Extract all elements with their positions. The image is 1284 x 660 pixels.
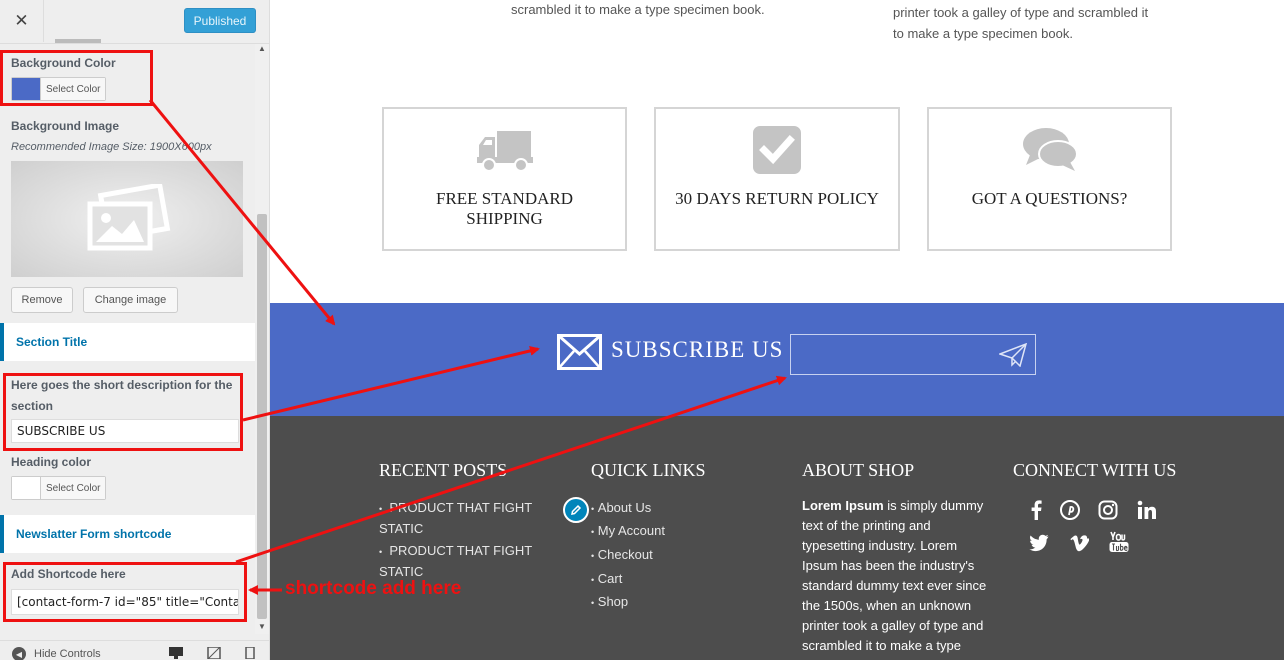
tablet-preview-icon[interactable] [207, 647, 221, 659]
about-shop-heading: ABOUT SHOP [802, 460, 915, 480]
short-description-label: Here goes the short description for the … [11, 378, 233, 413]
quick-links-heading: QUICK LINKS [591, 460, 706, 480]
shortcode-label: Add Shortcode here [11, 567, 126, 581]
facebook-icon[interactable] [1025, 499, 1047, 521]
heading-color-picker[interactable]: Select Color [11, 476, 107, 500]
about-shop-text: Lorem Ipsum is simply dummy text of the … [802, 498, 987, 653]
desktop-preview-icon[interactable] [169, 647, 183, 659]
background-select-color-button[interactable]: Select Color [40, 78, 106, 100]
background-color-picker[interactable]: Select Color [11, 77, 107, 101]
quick-link-checkout[interactable]: • Checkout [591, 545, 653, 566]
feature-title: GOT A QUESTIONS? [971, 189, 1128, 208]
truck-icon [476, 131, 533, 172]
scroll-up-arrow-icon[interactable]: ▲ [255, 44, 269, 56]
close-customizer-button[interactable]: ✕ [0, 0, 44, 42]
background-image-label: Background Image [11, 119, 120, 133]
hide-controls-icon: ◀ [12, 647, 26, 660]
recent-posts-heading: RECENT POSTS [379, 460, 508, 480]
published-button[interactable]: Published [184, 8, 256, 33]
vimeo-icon[interactable] [1068, 532, 1090, 554]
feature-box-return: 30 DAYS RETURN POLICY [654, 107, 900, 251]
heading-select-color-button[interactable]: Select Color [40, 477, 106, 499]
customizer-header: ✕ Published [0, 0, 269, 44]
top-text-right: printer took a galley of type and scramb… [893, 5, 1149, 41]
quick-link-my-account[interactable]: • My Account [591, 521, 665, 542]
pinterest-icon[interactable] [1059, 499, 1081, 521]
checkbox-icon [753, 126, 801, 174]
short-description-input[interactable]: SUBSCRIBE US [11, 419, 239, 443]
background-color-swatch[interactable] [12, 78, 40, 100]
heading-color-label: Heading color [11, 455, 92, 469]
quick-link-cart[interactable]: • Cart [591, 569, 622, 590]
speech-bubbles-icon [1022, 128, 1078, 171]
feature-box-questions: GOT A QUESTIONS? [927, 107, 1172, 251]
subscribe-title: SUBSCRIBE US [611, 337, 784, 362]
youtube-icon[interactable] [1108, 531, 1130, 553]
hide-controls-button[interactable]: ◀ Hide Controls [12, 647, 101, 660]
remove-image-button[interactable]: Remove [11, 287, 73, 313]
feature-title: FREE STANDARD SHIPPING [435, 189, 573, 228]
recent-post-link[interactable]: • PRODUCT THAT FIGHT STATIC [379, 541, 559, 582]
pencil-icon [571, 504, 582, 515]
annotation-label: shortcode add here [285, 578, 462, 599]
paper-plane-send-icon[interactable] [999, 343, 1027, 367]
header-tab-indicator [55, 39, 101, 43]
twitter-icon[interactable] [1028, 532, 1050, 554]
subscribe-email-input[interactable] [790, 334, 1036, 375]
connect-heading: CONNECT WITH US [1013, 460, 1177, 480]
recent-post-link[interactable]: • PRODUCT THAT FIGHT STATIC [379, 498, 559, 539]
customizer-footer: ◀ Hide Controls [0, 640, 269, 660]
edit-shortcut-button[interactable] [563, 497, 589, 523]
linkedin-icon[interactable] [1136, 499, 1158, 521]
sidebar-scrollbar[interactable]: ▲ ▼ [255, 44, 269, 634]
quick-link-shop[interactable]: • Shop [591, 592, 628, 613]
heading-color-swatch[interactable] [12, 477, 40, 499]
background-color-label: Background Color [11, 56, 116, 70]
section-title-heading[interactable]: Section Title [0, 323, 255, 361]
feature-box-shipping: FREE STANDARD SHIPPING [382, 107, 627, 251]
newsletter-shortcode-heading[interactable]: Newslatter Form shortcode [0, 515, 255, 553]
mobile-preview-icon[interactable] [243, 647, 257, 659]
shortcode-input[interactable]: [contact-form-7 id="85" title="Contact [11, 589, 239, 615]
hide-controls-label: Hide Controls [34, 648, 101, 660]
instagram-icon[interactable] [1097, 499, 1119, 521]
scrollbar-thumb[interactable] [257, 214, 267, 619]
background-image-hint: Recommended Image Size: 1900X600px [11, 141, 212, 153]
scroll-down-arrow-icon[interactable]: ▼ [255, 622, 269, 634]
quick-link-about-us[interactable]: • About Us [591, 498, 651, 519]
feature-title: 30 DAYS RETURN POLICY [675, 189, 879, 208]
background-image-preview[interactable] [11, 161, 243, 277]
image-placeholder-icon [87, 184, 171, 251]
envelope-icon [557, 334, 602, 370]
customizer-sidebar: ✕ Published Background Color Select Colo… [0, 0, 270, 660]
change-image-button[interactable]: Change image [83, 287, 178, 313]
top-text-left: scrambled it to make a type specimen boo… [511, 2, 765, 17]
